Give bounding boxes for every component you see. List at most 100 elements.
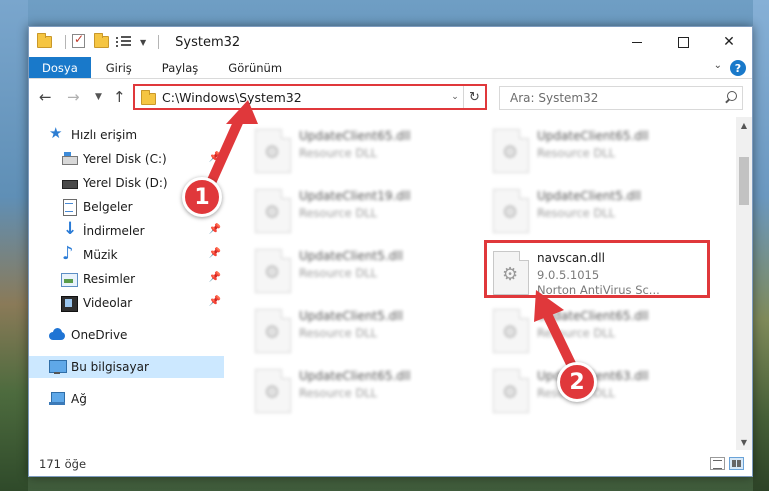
list-item[interactable]: ⚙ UpdateClient65.dll Resource DLL [489, 123, 714, 181]
disk-icon [61, 175, 78, 191]
details-view-icon[interactable] [710, 457, 725, 470]
customize-toolbar-icon[interactable] [116, 34, 132, 50]
list-item[interactable]: ⚙ UpdateClient65.dll Resource DLL [489, 303, 714, 361]
list-item[interactable]: ⚙ UpdateClient65.dll Resource DLL [251, 123, 476, 181]
sidebar-item-label: Yerel Disk (C:) [83, 152, 167, 166]
expand-ribbon-icon[interactable]: ⌄ [714, 60, 722, 71]
chevron-down-icon[interactable]: ▼ [140, 38, 146, 47]
file-description: Resource DLL [537, 146, 616, 160]
forward-button[interactable]: → [67, 88, 80, 106]
pin-icon[interactable]: 📌 [209, 248, 221, 259]
search-icon[interactable] [722, 88, 742, 108]
file-name: UpdateClient65.dll [537, 129, 649, 143]
file-name: UpdateClient19.dll [299, 189, 411, 203]
sidebar-item-this-pc[interactable]: Bu bilgisayar [29, 356, 224, 378]
sidebar-item-music[interactable]: Müzik 📌 [29, 243, 224, 266]
file-description: Resource DLL [299, 326, 378, 340]
list-item[interactable]: ⚙ UpdateClient65.dll Resource DLL [251, 363, 476, 421]
window-controls: ✕ [614, 27, 752, 57]
tab-home[interactable]: Giriş [91, 57, 147, 78]
sidebar-item-label: Bu bilgisayar [71, 360, 149, 374]
up-button[interactable]: ↑ [113, 88, 126, 106]
sidebar-item-onedrive[interactable]: OneDrive [29, 324, 224, 346]
file-name: UpdateClient65.dll [537, 309, 649, 323]
sidebar-item-videos[interactable]: Videolar 📌 [29, 292, 224, 314]
scroll-up-icon[interactable]: ▲ [736, 117, 752, 133]
tab-view[interactable]: Görünüm [213, 57, 297, 78]
quick-access-toolbar: ▼ [29, 27, 165, 57]
search-box[interactable]: Ara: System32 [499, 86, 743, 110]
address-bar[interactable]: C:\Windows\System32 ⌄ ↻ [133, 84, 487, 110]
sidebar-item-pictures[interactable]: Resimler 📌 [29, 268, 224, 290]
list-item[interactable]: ⚙ UpdateClient5.dll Resource DLL [251, 303, 476, 361]
dll-file-icon: ⚙ [493, 369, 529, 413]
sidebar-item-label: İndirmeler [83, 224, 145, 238]
recent-locations-button[interactable]: ▼ [95, 92, 102, 102]
navigation-bar: ← → ▼ ↑ C:\Windows\System32 ⌄ ↻ Ara: Sys… [29, 80, 752, 114]
chevron-down-icon[interactable]: ⌄ [447, 92, 463, 102]
network-icon [49, 391, 65, 407]
list-item[interactable]: ⚙ UpdateClient5.dll Resource DLL [489, 183, 714, 241]
tiles-view-icon[interactable] [729, 457, 744, 470]
dll-file-icon: ⚙ [255, 129, 291, 173]
scroll-down-icon[interactable]: ▼ [736, 434, 752, 450]
list-item[interactable]: ⚙ UpdateClient19.dll Resource DLL [251, 183, 476, 241]
back-button[interactable]: ← [39, 88, 52, 106]
minimize-button[interactable] [614, 27, 660, 57]
file-name: UpdateClient5.dll [299, 309, 403, 323]
sidebar-item-downloads[interactable]: İndirmeler 📌 [29, 219, 224, 242]
sidebar-item-quick-access[interactable]: Hızlı erişim [29, 124, 224, 146]
video-icon [61, 295, 78, 312]
sidebar-item-network[interactable]: Ağ [29, 388, 224, 410]
music-icon [61, 243, 77, 264]
sidebar-item-label: Belgeler [83, 200, 133, 214]
refresh-button[interactable]: ↻ [463, 86, 485, 108]
search-input[interactable]: Ara: System32 [500, 91, 722, 105]
sidebar-item-label: Hızlı erişim [71, 128, 138, 142]
address-path[interactable]: C:\Windows\System32 [162, 90, 447, 105]
status-bar: 171 öğe [29, 452, 752, 476]
folder-icon [37, 33, 53, 50]
dll-file-icon: ⚙ [255, 189, 291, 233]
download-icon [61, 219, 77, 239]
new-folder-icon[interactable] [94, 33, 110, 50]
sidebar-item-label: Yerel Disk (D:) [83, 176, 168, 190]
document-icon [61, 199, 77, 216]
toolbar-divider [65, 35, 66, 49]
dll-file-icon: ⚙ [255, 309, 291, 353]
pin-icon[interactable]: 📌 [209, 152, 221, 163]
annotation-badge-1: 1 [182, 177, 222, 217]
computer-icon [49, 359, 67, 375]
pin-icon[interactable]: 📌 [209, 224, 221, 235]
file-description: Resource DLL [299, 266, 378, 280]
tab-file[interactable]: Dosya [29, 57, 91, 78]
sidebar-item-label: Videolar [83, 296, 133, 310]
tab-share[interactable]: Paylaş [147, 57, 214, 78]
item-count: 171 öğe [39, 457, 87, 471]
pin-icon[interactable]: 📌 [209, 296, 221, 307]
desktop-background-right [753, 0, 769, 491]
dll-file-icon: ⚙ [493, 309, 529, 353]
dll-file-icon: ⚙ [255, 249, 291, 293]
sidebar-item-label: Resimler [83, 272, 136, 286]
scrollbar-thumb[interactable] [739, 157, 749, 205]
cloud-icon [49, 327, 65, 343]
maximize-button[interactable] [660, 27, 706, 57]
dll-file-icon: ⚙ [255, 369, 291, 413]
list-item[interactable]: ⚙ UpdateClient5.dll Resource DLL [251, 243, 476, 301]
toolbar-divider [158, 35, 160, 49]
vertical-scrollbar[interactable]: ▲ ▼ [736, 117, 752, 450]
pin-icon[interactable]: 📌 [209, 272, 221, 283]
dll-file-icon: ⚙ [493, 129, 529, 173]
file-description: Resource DLL [537, 326, 616, 340]
annotation-badge-2: 2 [557, 362, 597, 402]
sidebar-item-local-disk-c[interactable]: Yerel Disk (C:) 📌 [29, 148, 224, 170]
list-item[interactable]: ⚙ UpdateClient63.dll Resource DLL [489, 363, 714, 421]
file-name: UpdateClient65.dll [299, 129, 411, 143]
help-button[interactable]: ? [730, 60, 746, 76]
dll-file-icon: ⚙ [493, 189, 529, 233]
properties-check-icon[interactable] [72, 32, 88, 50]
pictures-icon [61, 271, 78, 287]
navigation-pane: Hızlı erişim Yerel Disk (C:) 📌 Yerel Dis… [29, 121, 224, 449]
close-button[interactable]: ✕ [706, 27, 752, 57]
